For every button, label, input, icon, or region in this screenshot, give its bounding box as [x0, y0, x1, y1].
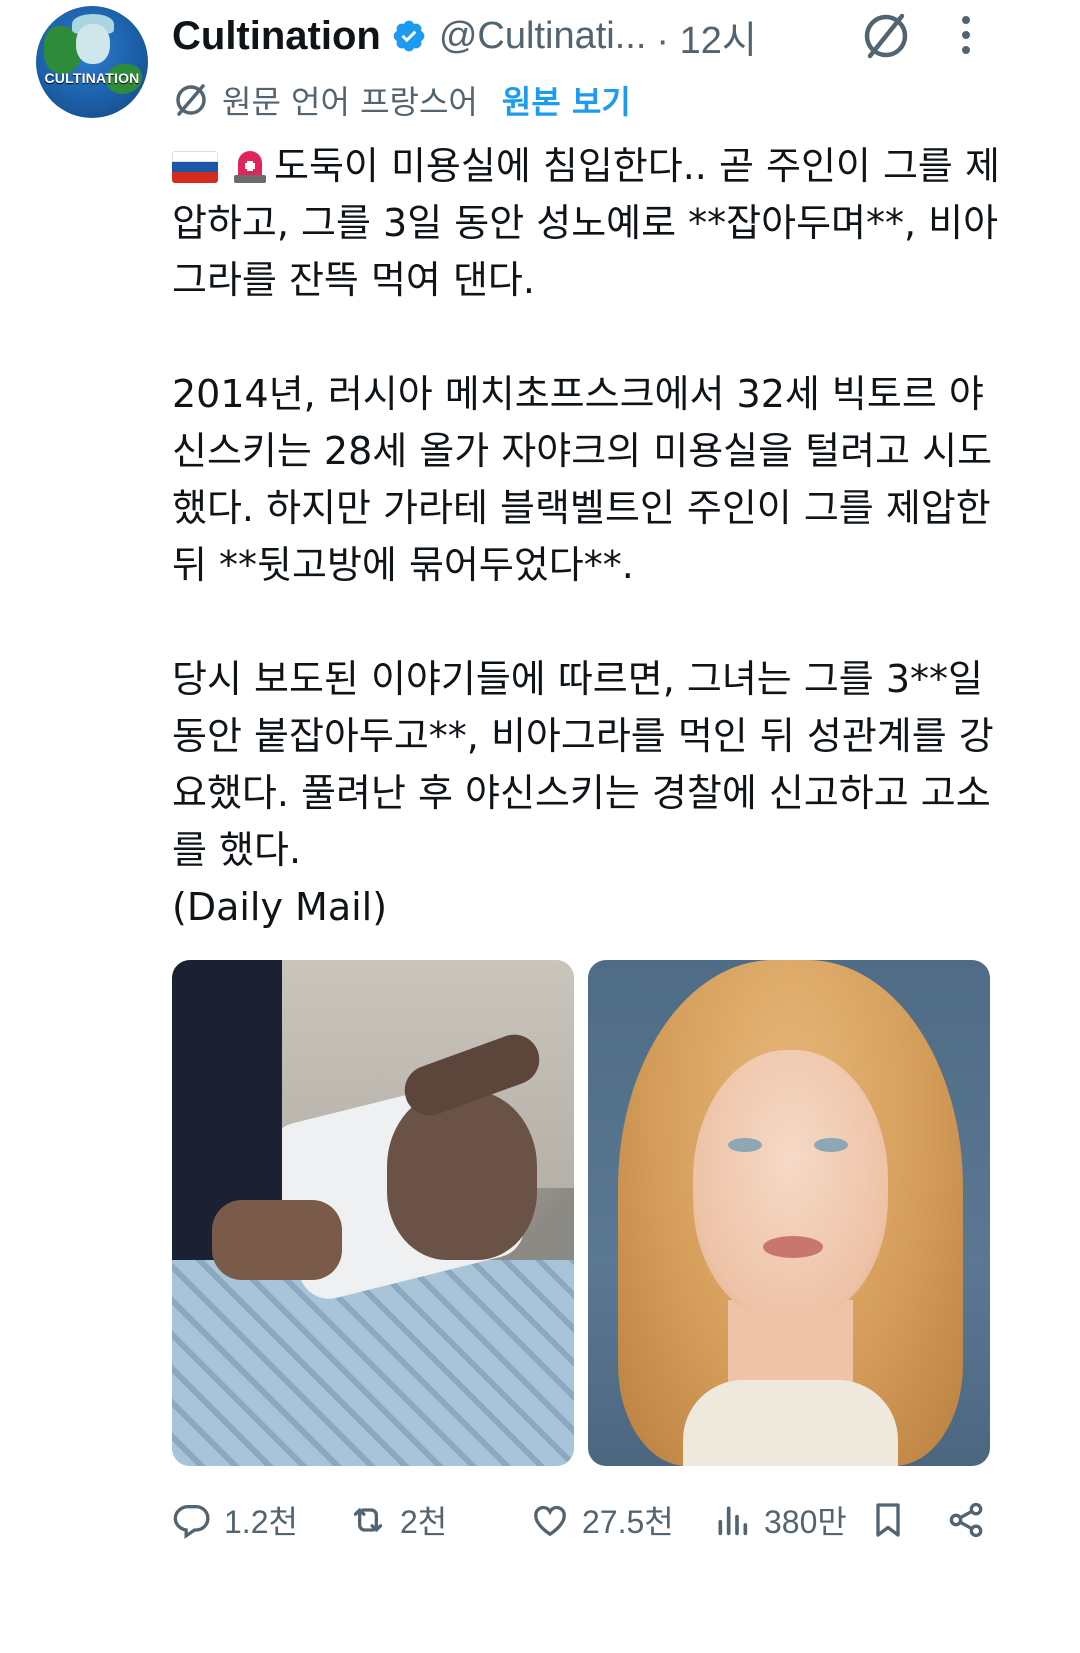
bookmark-button[interactable] [868, 1490, 908, 1550]
tweet-paragraph-1: 도둑이 미용실에 침입한다.. 곧 주인이 그를 제압하고, 그를 3일 동안 … [172, 144, 1000, 302]
tweet-text: 도둑이 미용실에 침입한다.. 곧 주인이 그를 제압하고, 그를 3일 동안 … [172, 138, 1012, 936]
retweet-icon [353, 1508, 383, 1532]
retweet-count: 2천 [400, 1504, 448, 1540]
tweet-paragraph-3: 당시 보도된 이야기들에 따르면, 그녀는 그를 3**일 동안 붙잡아두고**… [172, 657, 996, 872]
views-button[interactable]: 380만 [712, 1490, 847, 1550]
reply-button[interactable]: 1.2천 [172, 1490, 298, 1550]
view-count: 380만 [764, 1504, 847, 1540]
share-button[interactable] [946, 1490, 986, 1550]
tweet-source: (Daily Mail) [172, 885, 388, 929]
verified-badge-icon [393, 20, 425, 52]
heart-icon [534, 1505, 566, 1537]
media-photo-1[interactable] [172, 960, 574, 1466]
show-original-link[interactable]: 원본 보기 [502, 77, 631, 123]
tweet-paragraph-2: 2014년, 러시아 메치초프스크에서 32세 빅토르 야신스키는 28세 올가… [172, 372, 1003, 587]
grok-icon[interactable] [858, 8, 914, 64]
share-icon [949, 1502, 983, 1538]
tweet-header: Cultination @Cultinati... · 12시 [172, 6, 1064, 66]
reply-icon [173, 1505, 210, 1540]
reply-count: 1.2천 [224, 1504, 298, 1540]
media-photo-2[interactable] [588, 960, 990, 1466]
tweet-media [172, 960, 990, 1466]
tweet-actions: 1.2천 2천 27.5천 380만 [172, 1490, 990, 1550]
translation-bar: 원문 언어 프랑스어 원본 보기 [172, 76, 631, 124]
like-count: 27.5천 [582, 1504, 674, 1540]
author-avatar[interactable]: CULTINATION [36, 6, 148, 118]
like-button[interactable]: 27.5천 [530, 1490, 674, 1550]
bookmark-icon [876, 1503, 900, 1537]
author-display-name[interactable]: Cultination [172, 14, 381, 59]
more-dots-icon[interactable] [948, 10, 984, 60]
grok-translate-icon [176, 84, 206, 116]
russia-flag-icon [172, 151, 218, 183]
author-handle[interactable]: @Cultinati... [439, 15, 647, 58]
avatar-brand-text: CULTINATION [44, 70, 140, 86]
views-icon [718, 1506, 748, 1536]
siren-icon [234, 151, 266, 183]
retweet-button[interactable]: 2천 [348, 1490, 447, 1550]
timestamp[interactable]: · 12시 [656, 9, 756, 64]
translation-label: 원문 언어 프랑스어 [222, 83, 478, 121]
